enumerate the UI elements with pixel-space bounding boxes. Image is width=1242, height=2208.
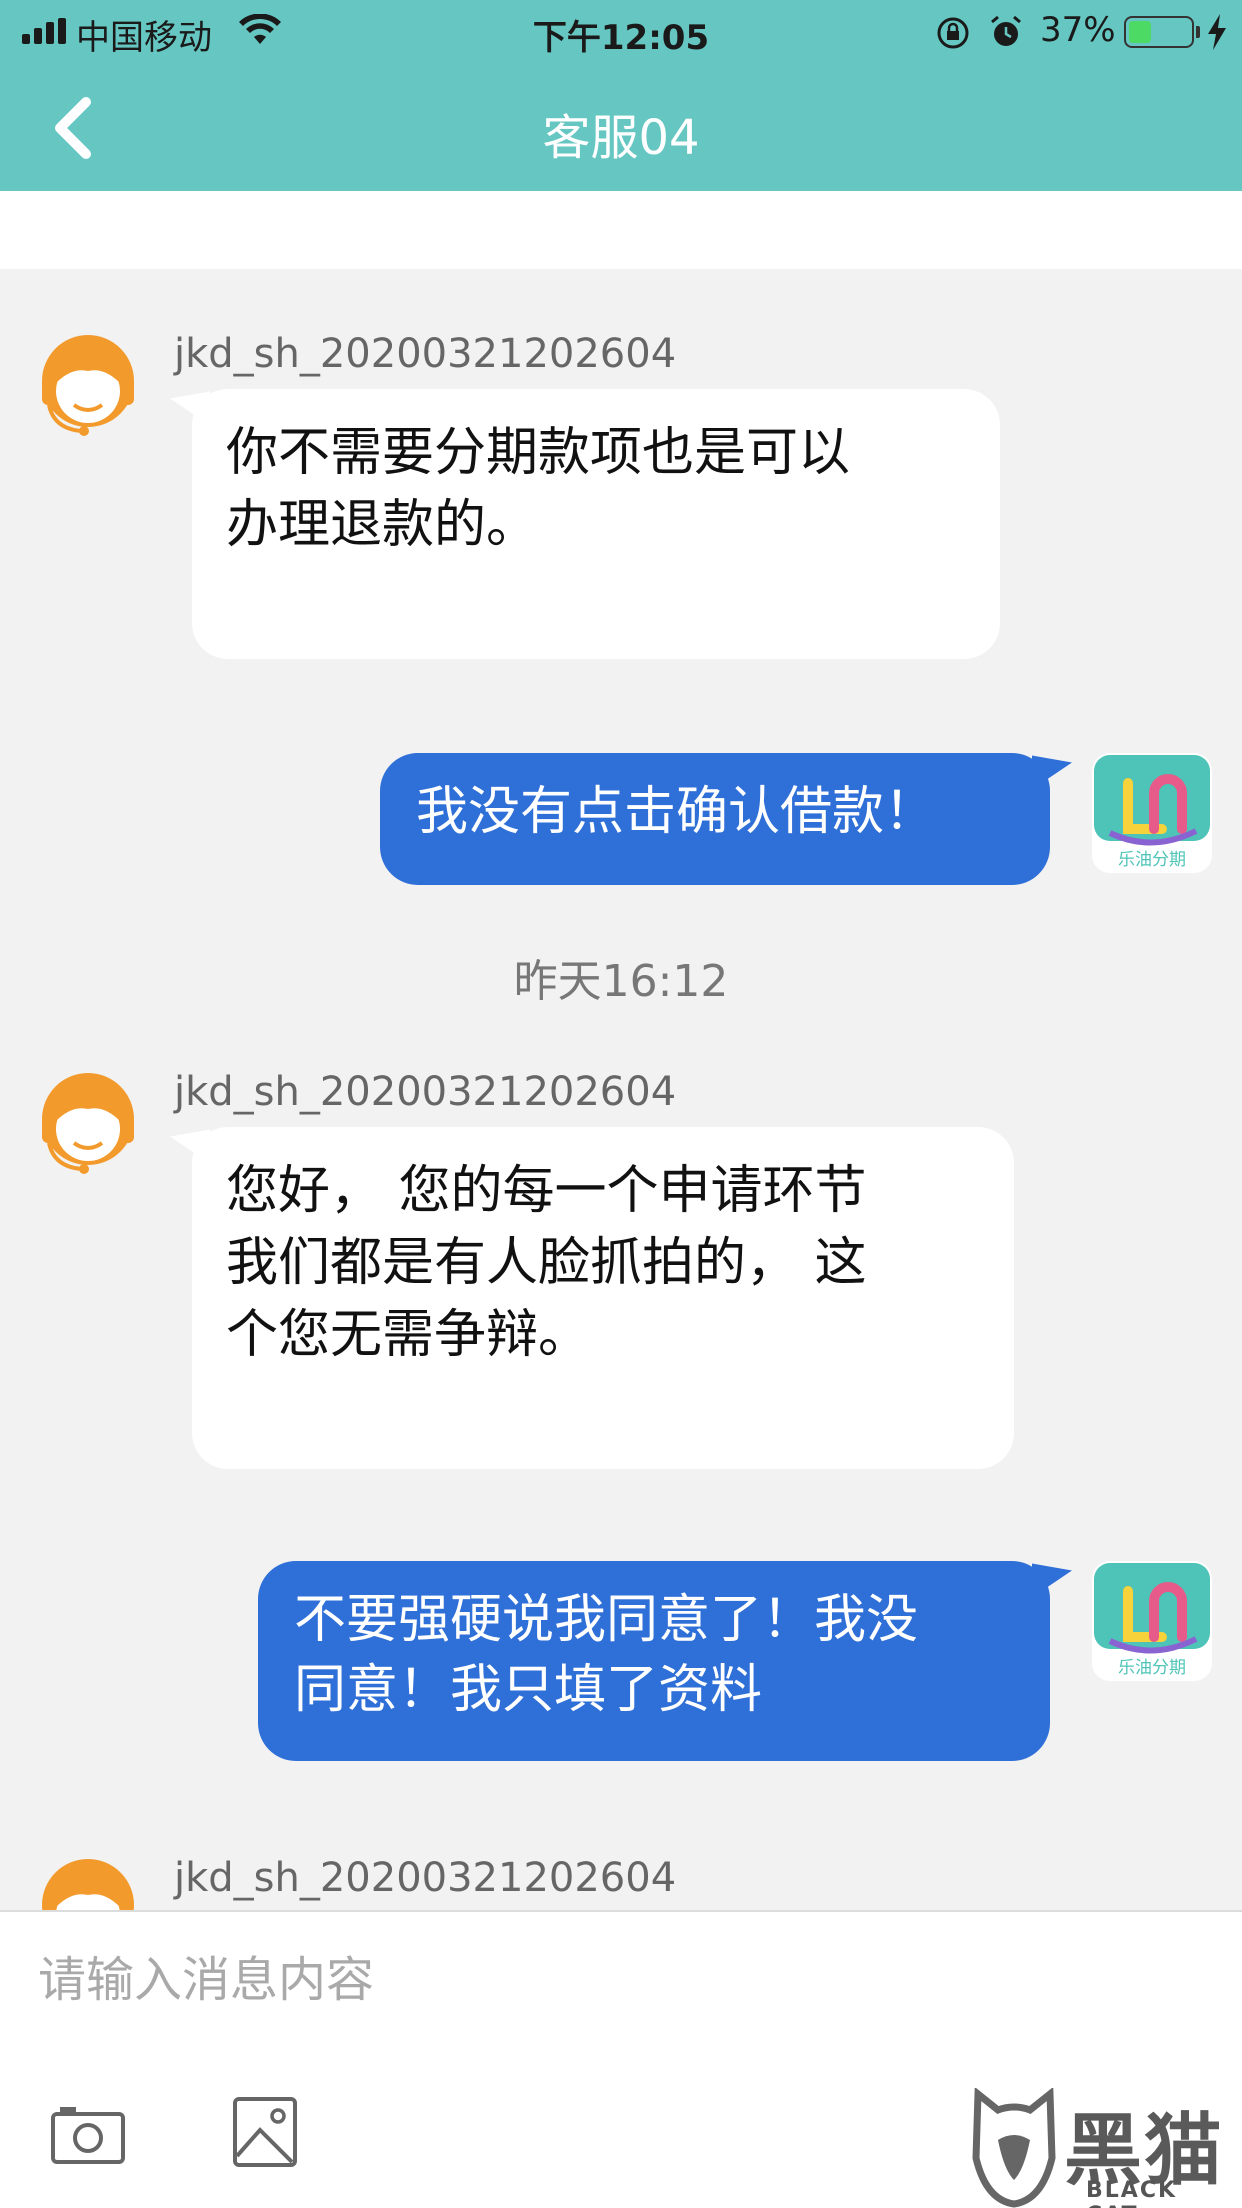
message-line: 你不需要分期款项也是可以 [226, 423, 851, 483]
agent-avatar [42, 1859, 134, 1910]
battery-icon [1124, 16, 1194, 48]
header-spacer [0, 191, 1242, 269]
agent-avatar [42, 335, 134, 436]
agent-avatar [42, 1073, 134, 1174]
incoming-message: 你不需要分期款项也是可以 办理退款的。 [192, 389, 1000, 659]
charging-icon [1208, 14, 1226, 50]
message-line: 个您无需争辩。 [226, 1305, 591, 1365]
header-bar: 中国移动 下午12:05 37% 客服04 [0, 0, 1242, 191]
orientation-lock-icon [937, 17, 969, 49]
alarm-icon [991, 15, 1021, 46]
status-bar: 中国移动 下午12:05 37% [0, 0, 1242, 62]
message-timestamp: 昨天16:12 [513, 956, 729, 1007]
battery-percentage: 37% [1040, 10, 1116, 50]
message-input[interactable] [38, 1940, 1188, 2020]
message-line: 我们都是有人脸抓拍的， 这 [226, 1233, 867, 1293]
incoming-message: 您好， 您的每一个申请环节 我们都是有人脸抓拍的， 这 个您无需争辩。 [192, 1127, 1014, 1469]
cat-logo-icon [972, 2088, 1056, 2208]
sender-name: jkd_sh_20200321202604 [174, 1069, 677, 1115]
message-line: 办理退款的。 [226, 495, 539, 555]
image-icon[interactable] [232, 2096, 298, 2168]
page-title: 客服04 [542, 110, 700, 166]
watermark: 黑猫 BLACK CAT [968, 2088, 1238, 2208]
battery-tip [1196, 26, 1200, 38]
message-line: 不要强硬说我同意了！我没 [294, 1590, 919, 1650]
sender-name: jkd_sh_20200321202604 [174, 331, 677, 377]
message-line: 我没有点击确认借款！ [416, 782, 937, 842]
sender-name: jkd_sh_20200321202604 [174, 1855, 677, 1901]
camera-icon[interactable] [50, 2104, 126, 2166]
app-logo-text: 乐油分期 [1118, 850, 1186, 870]
outgoing-message: 不要强硬说我同意了！我没 同意！我只填了资料 [258, 1561, 1050, 1761]
user-avatar: 乐油分期 [1092, 1561, 1212, 1681]
outgoing-message: 我没有点击确认借款！ [380, 753, 1050, 885]
message-line: 您好， 您的每一个申请环节 [226, 1161, 867, 1221]
watermark-subtext: BLACK CAT [1086, 2178, 1178, 2208]
message-line: 同意！我只填了资料 [294, 1660, 763, 1720]
app-logo-text: 乐油分期 [1118, 1658, 1186, 1678]
battery-level [1129, 21, 1151, 43]
user-avatar: 乐油分期 [1092, 753, 1212, 873]
message-list[interactable]: jkd_sh_20200321202604 你不需要分期款项也是可以 办理退款的… [0, 269, 1242, 1910]
